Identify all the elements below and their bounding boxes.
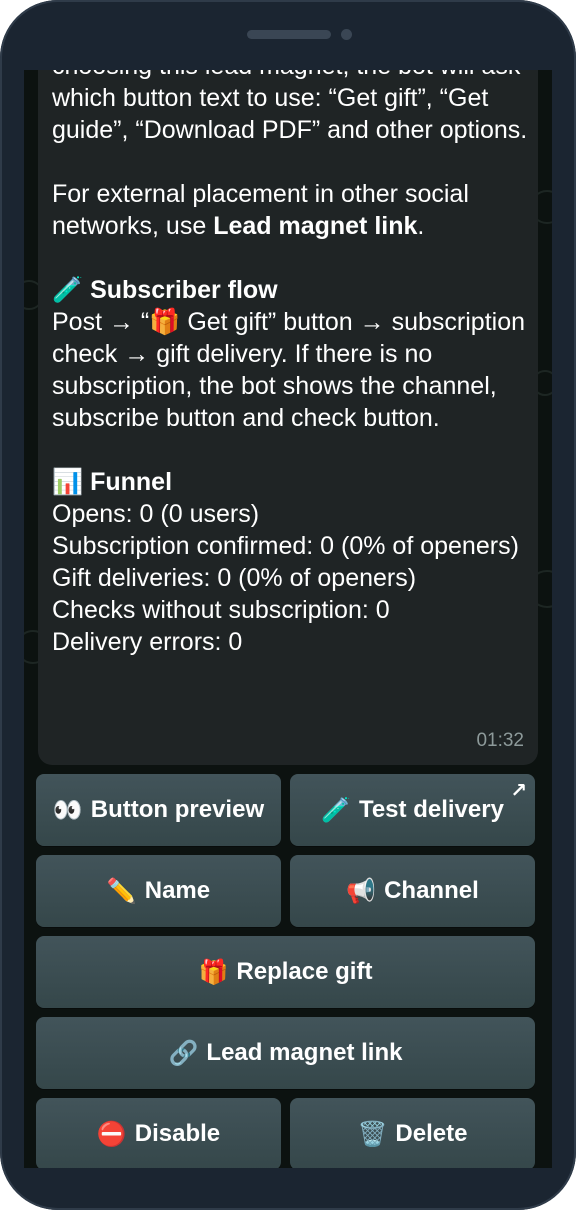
test-tube-icon: 🧪 xyxy=(321,796,351,824)
funnel-title: Funnel xyxy=(90,468,173,496)
channel-label: Channel xyxy=(384,877,479,904)
name-button[interactable]: ✏️ Name xyxy=(36,855,281,927)
message-time: 01:32 xyxy=(476,730,524,751)
funnel-gift-deliveries: Gift deliveries: 0 (0% of openers) xyxy=(52,564,417,592)
flow-text-start: Post → “ xyxy=(52,308,150,336)
pencil-icon: ✏️ xyxy=(106,877,137,905)
phone-frame: choosing this lead magnet, the bot will … xyxy=(0,0,576,1210)
chat-screen[interactable]: choosing this lead magnet, the bot will … xyxy=(24,70,552,1168)
disable-label: Disable xyxy=(134,1120,221,1147)
open-arrow-icon: ↗ xyxy=(510,780,527,802)
test-delivery-label: Test delivery xyxy=(358,796,504,823)
test-delivery-button[interactable]: 🧪 Test delivery ↗ xyxy=(290,774,535,846)
channel-button[interactable]: 📢 Channel xyxy=(290,855,535,927)
speaker-grille xyxy=(247,30,331,39)
front-camera xyxy=(341,29,352,40)
replace-gift-label: Replace gift xyxy=(236,958,373,985)
period: . xyxy=(417,212,425,240)
button-preview-button[interactable]: 👀 Button preview xyxy=(36,774,281,846)
lead-magnet-link-label: Lead magnet link xyxy=(206,1039,403,1066)
message-bubble: choosing this lead magnet, the bot will … xyxy=(38,70,538,765)
funnel-checks-without-subscription: Checks without subscription: 0 xyxy=(52,596,390,624)
gift-icon: 🎁 xyxy=(198,958,229,986)
test-tube-icon: 🧪 xyxy=(52,276,84,304)
subscriber-flow-title: Subscriber flow xyxy=(90,276,278,304)
funnel-delivery-errors: Delivery errors: 0 xyxy=(52,628,243,656)
disable-button[interactable]: ⛔ Disable xyxy=(36,1098,281,1168)
chart-icon: 📊 xyxy=(52,468,84,496)
intro-text: choosing this lead magnet, the bot will … xyxy=(52,70,528,144)
gift-icon: 🎁 xyxy=(149,308,181,336)
funnel-opens: Opens: 0 (0 users) xyxy=(52,500,260,528)
button-preview-label: Button preview xyxy=(90,796,265,823)
trash-icon: 🗑️ xyxy=(357,1120,388,1148)
eyes-icon: 👀 xyxy=(52,796,83,824)
replace-gift-button[interactable]: 🎁 Replace gift xyxy=(36,936,535,1008)
delete-label: Delete xyxy=(395,1120,468,1147)
delete-button[interactable]: 🗑️ Delete xyxy=(290,1098,535,1168)
no-entry-icon: ⛔ xyxy=(96,1120,127,1148)
funnel-subscription-confirmed: Subscription confirmed: 0 (0% of openers… xyxy=(52,532,519,560)
message-text: choosing this lead magnet, the bot will … xyxy=(52,70,528,658)
lead-magnet-link-button[interactable]: 🔗 Lead magnet link xyxy=(36,1017,535,1089)
link-icon: 🔗 xyxy=(168,1039,199,1067)
lead-magnet-link-mention: Lead magnet link xyxy=(213,212,418,240)
name-label: Name xyxy=(144,877,211,904)
megaphone-icon: 📢 xyxy=(346,877,377,905)
